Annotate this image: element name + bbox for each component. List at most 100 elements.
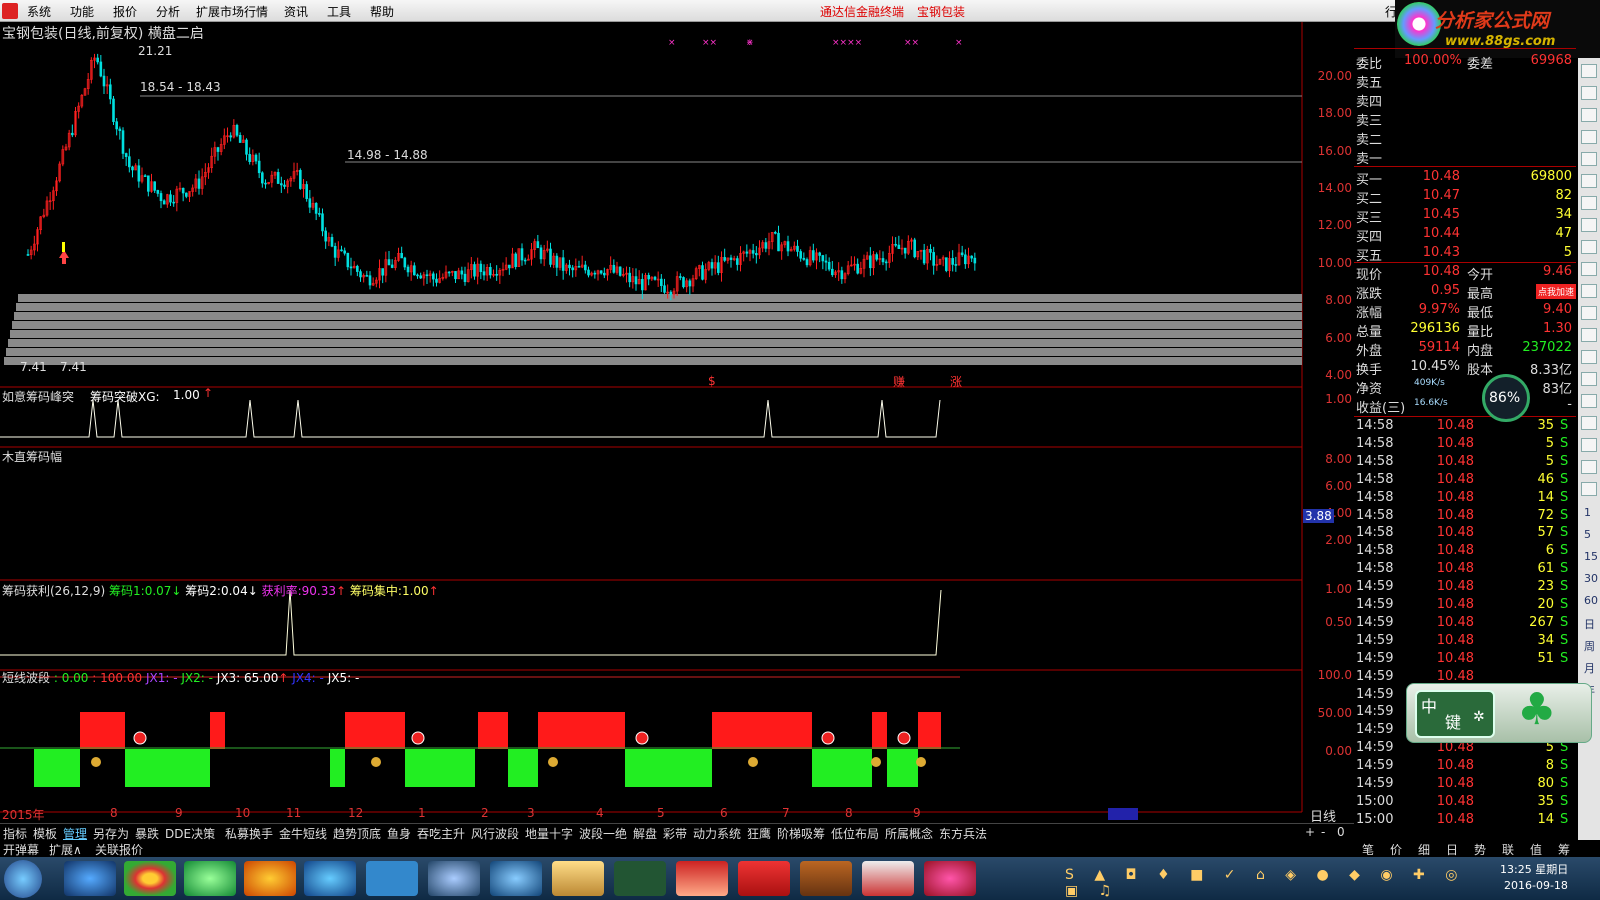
period-button[interactable]: 30 bbox=[1584, 572, 1598, 585]
candle-body bbox=[618, 266, 622, 276]
chip-band-row bbox=[8, 339, 1302, 347]
notes-icon[interactable] bbox=[366, 861, 418, 896]
scroll-thumb[interactable] bbox=[1108, 808, 1138, 820]
tick-time: 14:58 bbox=[1356, 561, 1394, 577]
tick-time: 14:59 bbox=[1356, 758, 1394, 774]
toolbar-icon[interactable] bbox=[1581, 438, 1597, 452]
candle-body bbox=[796, 245, 799, 252]
bird-icon[interactable] bbox=[490, 861, 542, 896]
wave-bar-red bbox=[918, 712, 941, 749]
speed-up-promo[interactable]: 点我加速 bbox=[1536, 284, 1576, 299]
menu-quote[interactable]: 报价 bbox=[113, 3, 137, 20]
toolbar-icon[interactable] bbox=[1581, 416, 1597, 430]
chart-area[interactable]: × ×× ⋇ ×××× ×× × bbox=[0, 22, 1354, 822]
period-button[interactable]: 5 bbox=[1584, 528, 1591, 541]
candle-body bbox=[539, 247, 543, 260]
toolbar-icon[interactable] bbox=[1581, 284, 1597, 298]
coin-icon bbox=[371, 757, 381, 767]
svg-text:×: × bbox=[668, 38, 676, 48]
menu-analysis[interactable]: 分析 bbox=[156, 3, 180, 20]
toolbar-icon[interactable] bbox=[1581, 372, 1597, 386]
toolbar-icon[interactable] bbox=[1581, 328, 1597, 342]
tray-icons[interactable]: S ▲ ◘ ♦ ■ ✓ ⌂ ◈ ● ◆ ◉ ✚ ◎ ▣ ♫ bbox=[1065, 867, 1485, 899]
zoom-button[interactable]: + bbox=[1305, 825, 1315, 839]
panel-tab[interactable]: 值 bbox=[1530, 841, 1542, 858]
toolbar-icon[interactable] bbox=[1581, 262, 1597, 276]
tick-time: 14:58 bbox=[1356, 435, 1394, 451]
menu-news[interactable]: 资讯 bbox=[284, 3, 308, 20]
bottom-tab[interactable]: 开弹幕 bbox=[3, 841, 39, 858]
candle-body bbox=[112, 98, 115, 122]
cloud-icon[interactable] bbox=[304, 861, 356, 896]
panel-tab[interactable]: 势 bbox=[1474, 841, 1486, 858]
toolbar-icon[interactable] bbox=[1581, 108, 1597, 122]
candle-body bbox=[593, 272, 597, 275]
period-button[interactable]: 日 bbox=[1584, 616, 1595, 632]
toolbar-icon[interactable] bbox=[1581, 482, 1597, 496]
floating-widget[interactable]: 中 键 ✲ ♣ bbox=[1406, 683, 1592, 743]
ie-icon[interactable] bbox=[64, 861, 116, 896]
clock-time[interactable]: 13:25 星期日 bbox=[1500, 861, 1568, 877]
toolbar-icon[interactable] bbox=[1581, 218, 1597, 232]
period-button[interactable]: 60 bbox=[1584, 594, 1598, 607]
candle-body bbox=[922, 249, 926, 264]
app-icon[interactable] bbox=[614, 861, 666, 896]
toolbar-icon[interactable] bbox=[1581, 240, 1597, 254]
breakout-signal-line bbox=[0, 399, 941, 438]
start-button[interactable] bbox=[4, 860, 42, 898]
panel-tab[interactable]: 联 bbox=[1502, 841, 1514, 858]
toolbar-icon[interactable] bbox=[1581, 130, 1597, 144]
menu-system[interactable]: 系统 bbox=[27, 3, 51, 20]
doc-icon[interactable] bbox=[862, 861, 914, 896]
panel-tab[interactable]: 细 bbox=[1418, 841, 1430, 858]
bug-icon[interactable] bbox=[924, 861, 976, 896]
resistance-2-label: 14.98 - 14.88 bbox=[347, 148, 428, 162]
toolbar-icon[interactable] bbox=[1581, 196, 1597, 210]
tick-time: 14:58 bbox=[1356, 525, 1394, 541]
toolbar-icon[interactable] bbox=[1581, 306, 1597, 320]
period-button[interactable]: 月 bbox=[1584, 660, 1595, 676]
period-button[interactable]: 15 bbox=[1584, 550, 1598, 563]
bottom-tabs: 开弹幕 扩展∧ 关联报价 bbox=[0, 840, 1354, 857]
clock-date[interactable]: 2016-09-18 bbox=[1504, 879, 1568, 892]
game-icon[interactable] bbox=[800, 861, 852, 896]
ind4-header: 短线波段 : 0.00 : 100.00 JX1: - JX2: - JX3: … bbox=[2, 669, 359, 686]
candle-body bbox=[710, 262, 714, 269]
tick-price: 10.48 bbox=[1436, 811, 1474, 827]
panel-tab[interactable]: 日 bbox=[1446, 841, 1458, 858]
candle-body bbox=[603, 272, 606, 276]
firefox-icon[interactable] bbox=[244, 861, 296, 896]
panel-tab[interactable]: 筹 bbox=[1558, 841, 1570, 858]
menu-ext-market[interactable]: 扩展市场行情 bbox=[196, 3, 268, 20]
zoom-button[interactable]: 0 bbox=[1337, 825, 1345, 839]
period-button[interactable]: 周 bbox=[1584, 638, 1595, 654]
period-button[interactable]: 1 bbox=[1584, 506, 1591, 519]
zoom-button[interactable]: - bbox=[1321, 825, 1325, 839]
wc-label: 委差 bbox=[1467, 57, 1494, 72]
toolbar-icon[interactable] bbox=[1581, 394, 1597, 408]
toolbar-icon[interactable] bbox=[1581, 152, 1597, 166]
browser-icon[interactable] bbox=[184, 861, 236, 896]
toolbar-icon[interactable] bbox=[1581, 86, 1597, 100]
chrome-icon[interactable] bbox=[124, 861, 176, 896]
menu-help[interactable]: 帮助 bbox=[370, 3, 394, 20]
toolbar-icon[interactable] bbox=[1581, 64, 1597, 78]
bottom-tab[interactable]: 关联报价 bbox=[95, 841, 143, 858]
ind3-c4-arrow: ↑ bbox=[428, 584, 439, 598]
panel-tab[interactable]: 笔 bbox=[1362, 841, 1374, 858]
menu-tools[interactable]: 工具 bbox=[327, 3, 351, 20]
panel-tab[interactable]: 价 bbox=[1390, 841, 1402, 858]
gear-icon[interactable]: ✲ bbox=[1473, 709, 1485, 725]
trade-icon[interactable] bbox=[676, 861, 728, 896]
menu-function[interactable]: 功能 bbox=[70, 3, 94, 20]
candle-body bbox=[897, 244, 901, 249]
toolbar-icon[interactable] bbox=[1581, 350, 1597, 364]
toolbar-icon[interactable] bbox=[1581, 460, 1597, 474]
speed-gauge[interactable]: 86% bbox=[1482, 374, 1530, 422]
bottom-tab[interactable]: 扩展∧ bbox=[49, 841, 82, 858]
tdx-icon[interactable] bbox=[738, 861, 790, 896]
candle-body bbox=[729, 257, 733, 260]
folder-icon[interactable] bbox=[552, 861, 604, 896]
toolbar-icon[interactable] bbox=[1581, 174, 1597, 188]
qq-icon[interactable] bbox=[428, 861, 480, 896]
